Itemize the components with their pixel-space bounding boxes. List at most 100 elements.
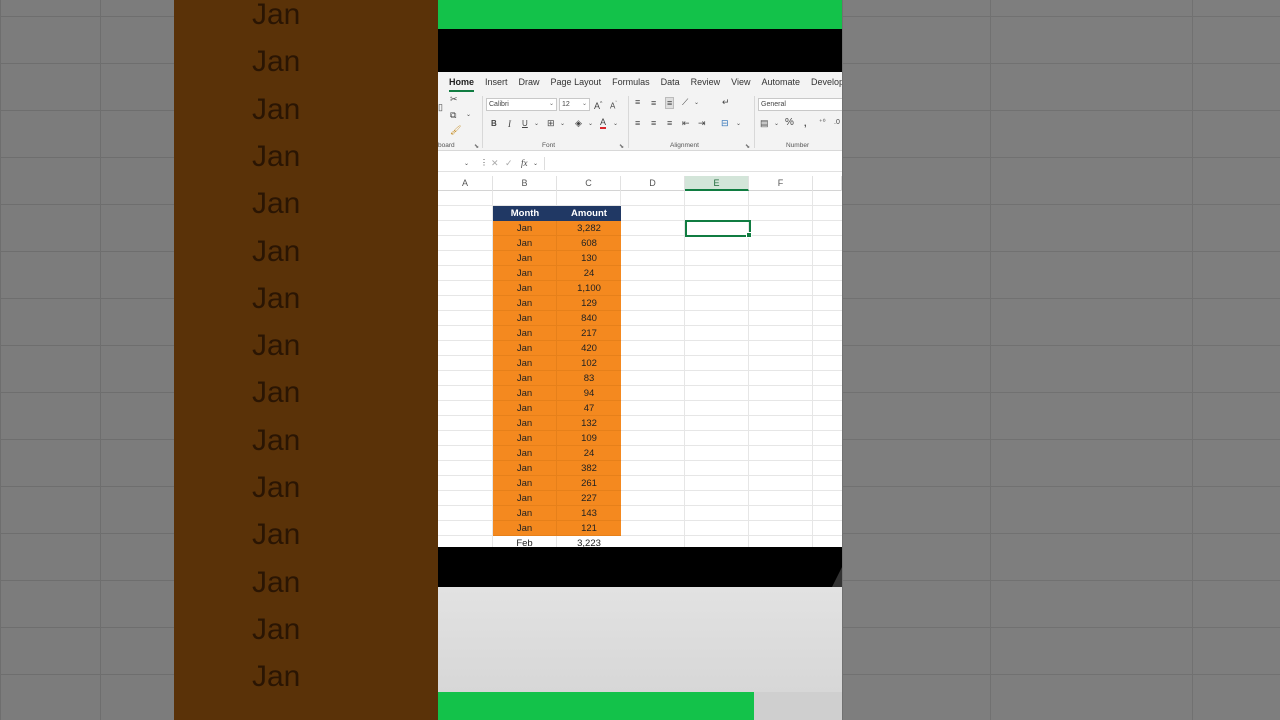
fill-color-icon[interactable]: ◈ — [575, 118, 582, 128]
amount-cell[interactable]: 840 — [557, 311, 621, 325]
copy-dropdown-icon[interactable]: ⌄ — [466, 110, 471, 120]
column-header-a[interactable]: A — [438, 176, 493, 191]
function-dropdown-icon[interactable]: ⌄ — [533, 159, 538, 169]
amount-cell[interactable]: 121 — [557, 521, 621, 535]
align-bottom-icon[interactable]: ≡ — [665, 97, 675, 109]
decrease-indent-icon[interactable]: ⇤ — [682, 118, 690, 128]
tab-insert[interactable]: Insert — [485, 77, 508, 87]
align-middle-icon[interactable]: ≡ — [651, 98, 656, 108]
column-header-e[interactable]: E — [685, 176, 749, 191]
italic-icon[interactable]: I — [508, 119, 511, 129]
amount-cell[interactable]: 1,100 — [557, 281, 621, 295]
fill-dropdown-icon[interactable]: ⌄ — [588, 119, 593, 129]
month-cell[interactable]: Jan — [493, 311, 557, 325]
enter-icon[interactable]: ✓ — [505, 158, 513, 168]
month-cell[interactable]: Jan — [493, 491, 557, 505]
alignment-launcher-icon[interactable]: ⬊ — [745, 143, 750, 150]
tab-draw[interactable]: Draw — [519, 77, 540, 87]
column-header-d[interactable]: D — [621, 176, 685, 191]
orientation-dropdown-icon[interactable]: ⌄ — [694, 98, 699, 108]
amount-cell[interactable]: 132 — [557, 416, 621, 430]
merge-dropdown-icon[interactable]: ⌄ — [736, 119, 741, 129]
accounting-dropdown-icon[interactable]: ⌄ — [774, 119, 779, 129]
amount-cell[interactable]: 261 — [557, 476, 621, 490]
month-cell[interactable]: Feb — [493, 536, 557, 547]
bold-icon[interactable]: B — [491, 119, 497, 129]
tab-automate[interactable]: Automate — [762, 77, 801, 87]
column-header-f[interactable]: F — [749, 176, 813, 191]
increase-decimal-icon[interactable]: ⁺⁰ — [819, 118, 826, 128]
copy-icon[interactable]: ⧉ — [450, 110, 456, 120]
orientation-icon[interactable]: ⟋ — [682, 97, 688, 107]
amount-cell[interactable]: 608 — [557, 236, 621, 250]
cancel-icon[interactable]: ✕ — [491, 158, 499, 168]
amount-cell[interactable]: 143 — [557, 506, 621, 520]
decrease-decimal-icon[interactable]: .0 — [834, 118, 840, 128]
tab-data[interactable]: Data — [661, 77, 680, 87]
month-cell[interactable]: Jan — [493, 506, 557, 520]
month-cell[interactable]: Jan — [493, 221, 557, 235]
number-format-combo[interactable]: General — [758, 98, 842, 111]
month-cell[interactable]: Jan — [493, 416, 557, 430]
insert-function-icon[interactable]: fx — [521, 158, 528, 168]
amount-cell[interactable]: 227 — [557, 491, 621, 505]
amount-cell[interactable]: 130 — [557, 251, 621, 265]
amount-cell[interactable]: 217 — [557, 326, 621, 340]
font-color-icon[interactable]: A — [600, 118, 607, 129]
worksheet-grid[interactable]: Month Amount Jan 3,282 Jan 608 Jan 130 Jan 24 Ja… — [438, 191, 842, 547]
month-cell[interactable]: Jan — [493, 296, 557, 310]
formula-input[interactable] — [544, 157, 842, 170]
align-right-icon[interactable]: ≡ — [667, 118, 672, 128]
amount-cell[interactable]: 3,282 — [557, 221, 621, 235]
tab-formulas[interactable]: Formulas — [612, 77, 650, 87]
month-cell[interactable]: Jan — [493, 476, 557, 490]
tab-home[interactable]: Home — [449, 77, 475, 92]
month-cell[interactable]: Jan — [493, 236, 557, 250]
tab-view[interactable]: View — [731, 77, 750, 87]
amount-cell[interactable]: 24 — [557, 446, 621, 460]
align-top-icon[interactable]: ≡ — [635, 97, 640, 107]
tab-develope[interactable]: Develope — [811, 77, 842, 87]
more-options-icon[interactable]: ⋮ — [480, 158, 488, 168]
month-cell[interactable]: Jan — [493, 371, 557, 385]
tab-review[interactable]: Review — [691, 77, 721, 87]
amount-cell[interactable]: 382 — [557, 461, 621, 475]
month-cell[interactable]: Jan — [493, 446, 557, 460]
accounting-format-icon[interactable]: ▤ — [760, 118, 769, 128]
month-cell[interactable]: Jan — [493, 386, 557, 400]
underline-icon[interactable]: U — [522, 119, 528, 129]
borders-dropdown-icon[interactable]: ⌄ — [560, 119, 565, 129]
month-cell[interactable]: Jan — [493, 461, 557, 475]
month-cell[interactable]: Jan — [493, 431, 557, 445]
amount-cell[interactable]: 420 — [557, 341, 621, 355]
borders-icon[interactable]: ⊞ — [547, 118, 555, 128]
name-box-dropdown-icon[interactable]: ⌄ — [464, 159, 469, 169]
merge-center-icon[interactable]: ⊟ — [721, 118, 729, 128]
cut-icon[interactable]: ✂ — [450, 94, 458, 104]
month-cell[interactable]: Jan — [493, 281, 557, 295]
month-cell[interactable]: Jan — [493, 401, 557, 415]
active-cell-selection[interactable] — [685, 220, 752, 238]
comma-style-icon[interactable]: , — [804, 118, 807, 128]
increase-font-icon[interactable]: A^ — [594, 99, 602, 111]
amount-cell[interactable]: 129 — [557, 296, 621, 310]
font-launcher-icon[interactable]: ⬊ — [619, 143, 624, 150]
month-cell[interactable]: Jan — [493, 341, 557, 355]
amount-cell[interactable]: 102 — [557, 356, 621, 370]
percent-style-icon[interactable]: % — [785, 118, 794, 128]
font-name-combo[interactable]: Calibri ⌄ — [486, 98, 557, 111]
month-cell[interactable]: Jan — [493, 356, 557, 370]
amount-cell[interactable]: 83 — [557, 371, 621, 385]
amount-cell[interactable]: 24 — [557, 266, 621, 280]
month-cell[interactable]: Jan — [493, 326, 557, 340]
font-color-dropdown-icon[interactable]: ⌄ — [613, 119, 618, 129]
column-header-overflow[interactable] — [813, 176, 842, 191]
tab-page-layout[interactable]: Page Layout — [551, 77, 602, 87]
column-header-c[interactable]: C — [557, 176, 621, 191]
header-amount[interactable]: Amount — [557, 206, 621, 221]
format-painter-icon[interactable]: 🖌 — [450, 125, 461, 135]
decrease-font-icon[interactable]: Aˇ — [610, 99, 617, 112]
paste-icon[interactable]: ▯ — [438, 102, 443, 112]
month-cell[interactable]: Jan — [493, 521, 557, 535]
amount-cell[interactable]: 109 — [557, 431, 621, 445]
